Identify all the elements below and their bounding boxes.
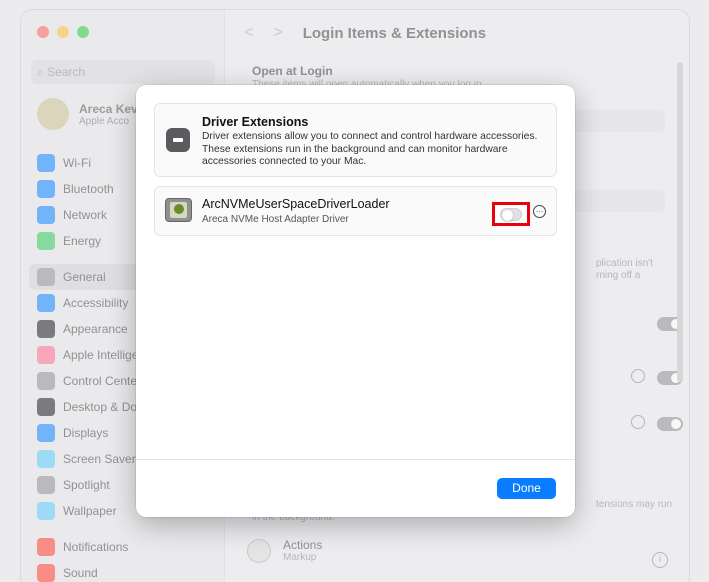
sheet-title: Driver Extensions [202, 115, 309, 129]
sheet-header: Driver Extensions Driver extensions allo… [154, 103, 557, 177]
hard-drive-icon [165, 198, 192, 222]
driver-name: ArcNVMeUserSpaceDriverLoader [202, 197, 390, 211]
toggle-knob [502, 210, 513, 221]
sheet-description: Driver extensions allow you to connect a… [202, 131, 538, 167]
more-options-icon[interactable]: … [533, 205, 546, 218]
sheet-footer: Done [136, 459, 575, 517]
done-button[interactable]: Done [497, 478, 556, 499]
driver-extension-icon [166, 128, 190, 152]
driver-subtitle: Areca NVMe Host Adapter Driver [202, 214, 349, 225]
driver-toggle[interactable] [492, 202, 530, 226]
driver-extensions-sheet: Driver Extensions Driver extensions allo… [136, 85, 575, 517]
toggle-track [500, 208, 522, 221]
